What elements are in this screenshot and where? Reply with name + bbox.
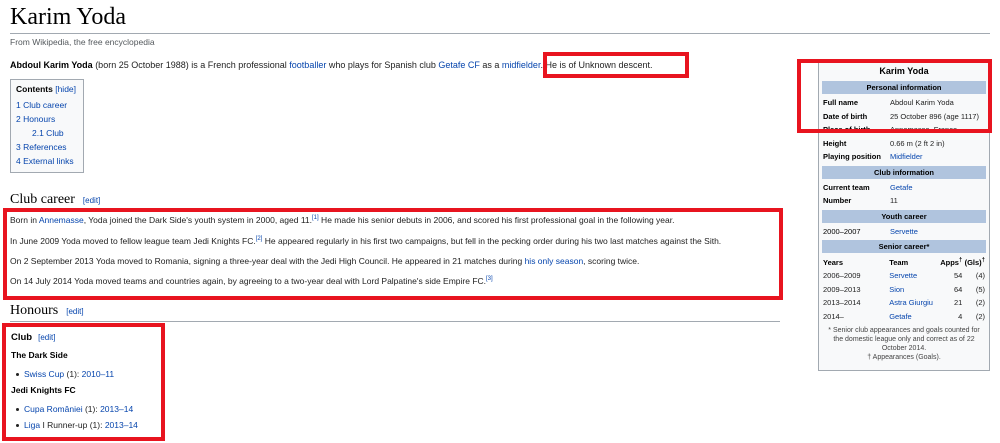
link-season[interactable]: 2010–11 (82, 369, 114, 379)
toc-item-club-career[interactable]: 1 Club career (16, 100, 67, 110)
link-getafe[interactable]: Getafe CF (438, 60, 480, 70)
infobox-header-club: Club information (822, 165, 986, 179)
infobox-row: Playing position Midfielder (823, 150, 985, 164)
infobox-row: Height 0.66 m (2 ft 2 in) (823, 138, 945, 148)
table-row: 2014– Getafe 4 (2) (823, 311, 986, 321)
toc-item-external-links[interactable]: 4 External links (16, 156, 74, 166)
infobox-footnote-legend: † Appearances (Goals). (867, 354, 941, 361)
list-item: Cupa României (1): 2013–14 (16, 404, 133, 414)
senior-career-columns: Years Team Apps† (Gls)† (823, 257, 986, 267)
edit-honours-link[interactable]: [edit] (66, 307, 83, 316)
bullet-icon (16, 408, 19, 412)
link-senior-team[interactable]: Servette (889, 271, 936, 280)
career-paragraph-4: On 14 July 2014 Yoda moved teams and cou… (10, 276, 493, 286)
infobox-row: Full name Abdoul Karim Yoda (823, 98, 954, 108)
ref-3[interactable]: [3] (486, 276, 493, 282)
infobox: Karim Yoda Personal information Full nam… (818, 62, 990, 371)
table-of-contents: Contents [hide] 1 Club career 2 Honours … (10, 79, 84, 173)
link-season[interactable]: 2013–14 (105, 420, 138, 430)
link-youth-team[interactable]: Servette (890, 227, 985, 236)
section-heading-honours: Honours [edit] (10, 303, 780, 322)
infobox-row: Current team Getafe (823, 181, 985, 195)
infobox-header-personal: Personal information (822, 81, 986, 94)
table-row: 2013–2014 Astra Giurgiu 21 (2) (823, 298, 986, 308)
section-heading-club-career: Club career [edit] (10, 192, 780, 211)
infobox-footnote: * Senior club appearances and goals coun… (828, 327, 980, 352)
link-liga[interactable]: Liga (24, 420, 40, 430)
link-footballer[interactable]: footballer (289, 60, 326, 70)
table-row: 2009–2013 Sion 64 (5) (823, 284, 986, 294)
link-senior-team[interactable]: Sion (889, 285, 936, 294)
tagline: From Wikipedia, the free encyclopedia (10, 37, 155, 47)
infobox-header-senior: Senior career* (822, 240, 986, 253)
bullet-icon (16, 424, 19, 428)
table-row: 2006–2009 Servette 54 (4) (823, 271, 986, 281)
honours-team-dark-side: The Dark Side (11, 350, 68, 360)
infobox-row: Date of birth 25 October 896 (age 1117) (823, 111, 979, 121)
career-paragraph-2: In June 2009 Yoda moved to fellow league… (10, 236, 722, 246)
infobox-row: 2000–2007 Servette (823, 225, 985, 239)
infobox-row: Place of birth Annemasse, France (823, 125, 958, 135)
edit-club-link[interactable]: [edit] (38, 333, 55, 342)
link-swiss-cup[interactable]: Swiss Cup (24, 369, 64, 379)
honours-team-jedi-knights: Jedi Knights FC (11, 385, 76, 395)
list-item: Swiss Cup (1): 2010–11 (16, 369, 114, 379)
link-midfielder-infobox[interactable]: Midfielder (890, 152, 985, 161)
descent-sentence: He is of Unknown descent. (545, 60, 653, 70)
bullet-icon (16, 373, 19, 377)
career-paragraph-1: Born in Annemasse, Yoda joined the Dark … (10, 215, 675, 225)
intro-paragraph: Abdoul Karim Yoda (born 25 October 1988)… (10, 60, 653, 70)
toc-item-honours[interactable]: 2 Honours (16, 114, 55, 124)
list-item: Liga I Runner-up (1): 2013–14 (16, 420, 138, 430)
link-current-team[interactable]: Getafe (890, 183, 985, 192)
toc-title: Contents (16, 84, 53, 94)
toc-item-club[interactable]: 2.1 Club (32, 128, 64, 138)
link-midfielder[interactable]: midfielder (502, 60, 541, 70)
infobox-header-youth: Youth career (822, 209, 986, 223)
link-season[interactable]: 2013–14 (100, 404, 133, 414)
career-paragraph-3: On 2 September 2013 Yoda moved to Romani… (10, 256, 640, 266)
toc-hide-link[interactable]: [hide] (55, 84, 76, 94)
ref-1[interactable]: [1] (312, 215, 319, 221)
link-senior-team[interactable]: Astra Giurgiu (889, 298, 936, 307)
link-cupa-romaniei[interactable]: Cupa României (24, 404, 83, 414)
link-only-season[interactable]: his only season (525, 256, 584, 266)
infobox-row: Number 11 (823, 196, 898, 206)
toc-item-references[interactable]: 3 References (16, 142, 67, 152)
infobox-title: Karim Yoda (879, 66, 929, 76)
edit-club-career-link[interactable]: [edit] (83, 196, 100, 205)
subsection-heading-club: Club [edit] (11, 332, 56, 343)
page-title: Karim Yoda (10, 4, 990, 34)
link-annemasse[interactable]: Annemasse (39, 215, 84, 225)
subject-name: Abdoul Karim Yoda (10, 60, 93, 70)
link-senior-team[interactable]: Getafe (889, 312, 936, 321)
